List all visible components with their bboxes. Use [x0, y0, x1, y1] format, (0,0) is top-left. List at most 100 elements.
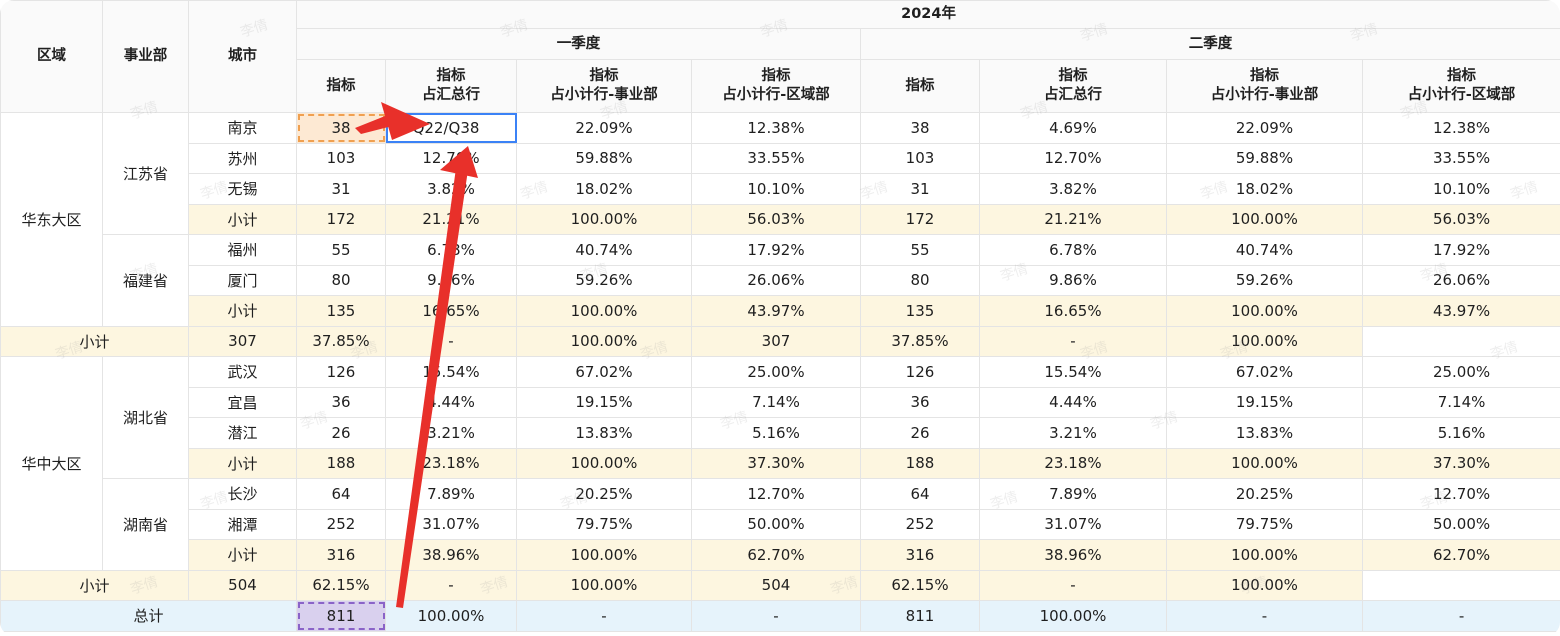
- value-cell[interactable]: 17.92%: [691, 234, 861, 266]
- value-cell[interactable]: 21.21%: [979, 203, 1167, 235]
- value-cell[interactable]: 188: [860, 447, 980, 479]
- value-cell[interactable]: 9.86%: [979, 264, 1167, 296]
- value-cell[interactable]: 4.69%: [979, 112, 1167, 144]
- value-cell[interactable]: 67.02%: [1166, 356, 1363, 388]
- bu-cell[interactable]: 湖北省: [102, 356, 189, 479]
- value-cell[interactable]: 26.06%: [1361, 264, 1560, 296]
- city-cell[interactable]: 苏州: [188, 142, 297, 174]
- value-cell[interactable]: 13.83%: [1166, 417, 1363, 449]
- value-cell[interactable]: -: [385, 325, 517, 357]
- value-cell[interactable]: -: [1166, 600, 1363, 632]
- value-cell[interactable]: 20.25%: [1166, 478, 1363, 510]
- value-cell[interactable]: 16.65%: [385, 295, 517, 327]
- value-cell[interactable]: 135: [296, 295, 386, 327]
- value-cell[interactable]: 12.70%: [1361, 478, 1560, 510]
- city-cell[interactable]: 福州: [188, 234, 297, 266]
- value-cell[interactable]: 100.00%: [1166, 539, 1363, 571]
- formula-edit-cell[interactable]: =Q22/Q38: [385, 112, 517, 144]
- value-cell[interactable]: -: [385, 569, 517, 601]
- value-cell[interactable]: 811: [860, 600, 980, 632]
- value-cell[interactable]: 3.82%: [979, 173, 1167, 205]
- value-cell[interactable]: 5.16%: [1361, 417, 1560, 449]
- header-share-bu-q2[interactable]: 指标 占小计行-事业部: [1166, 59, 1363, 113]
- value-cell[interactable]: 37.30%: [1361, 447, 1560, 479]
- city-cell[interactable]: 潜江: [188, 417, 297, 449]
- bu-cell[interactable]: 江苏省: [102, 112, 189, 235]
- value-cell[interactable]: 37.30%: [691, 447, 861, 479]
- value-cell[interactable]: 504: [691, 569, 861, 601]
- value-cell[interactable]: 25.00%: [691, 356, 861, 388]
- value-cell[interactable]: 100.00%: [516, 447, 692, 479]
- header-q2[interactable]: 二季度: [859, 28, 1560, 60]
- value-cell[interactable]: -: [516, 600, 692, 632]
- value-cell[interactable]: 56.03%: [1361, 203, 1560, 235]
- value-cell[interactable]: 50.00%: [691, 508, 861, 540]
- value-cell[interactable]: 100.00%: [1166, 295, 1363, 327]
- value-cell[interactable]: 31: [860, 173, 980, 205]
- value-cell[interactable]: 31: [296, 173, 386, 205]
- header-region[interactable]: 区域: [0, 0, 103, 113]
- value-cell[interactable]: 62.15%: [296, 569, 386, 601]
- value-cell[interactable]: 7.14%: [1361, 386, 1560, 418]
- value-cell[interactable]: 36: [296, 386, 386, 418]
- value-cell[interactable]: 23.18%: [385, 447, 517, 479]
- value-cell[interactable]: 18.02%: [1166, 173, 1363, 205]
- value-cell[interactable]: 3.21%: [385, 417, 517, 449]
- city-cell[interactable]: 小计: [188, 539, 297, 571]
- header-share-total-q2[interactable]: 指标 占汇总行: [979, 59, 1167, 113]
- total-label-cell[interactable]: 总计: [0, 600, 297, 632]
- value-cell[interactable]: 100.00%: [1166, 447, 1363, 479]
- value-cell[interactable]: 316: [860, 539, 980, 571]
- value-cell[interactable]: 252: [860, 508, 980, 540]
- value-cell[interactable]: 43.97%: [691, 295, 861, 327]
- value-cell[interactable]: 26.06%: [691, 264, 861, 296]
- header-q1[interactable]: 一季度: [296, 28, 861, 60]
- value-cell[interactable]: 21.21%: [385, 203, 517, 235]
- city-cell[interactable]: 小计: [188, 447, 297, 479]
- value-cell[interactable]: 3.82%: [385, 173, 517, 205]
- value-cell[interactable]: 15.54%: [385, 356, 517, 388]
- value-cell[interactable]: 7.89%: [979, 478, 1167, 510]
- value-cell[interactable]: 80: [860, 264, 980, 296]
- value-cell[interactable]: 59.26%: [1166, 264, 1363, 296]
- value-cell[interactable]: 43.97%: [1361, 295, 1560, 327]
- value-cell[interactable]: 19.15%: [516, 386, 692, 418]
- value-cell[interactable]: 67.02%: [516, 356, 692, 388]
- value-cell[interactable]: 100.00%: [1166, 325, 1363, 357]
- value-cell[interactable]: 15.54%: [979, 356, 1167, 388]
- value-cell[interactable]: 6.78%: [385, 234, 517, 266]
- value-cell[interactable]: 16.65%: [979, 295, 1167, 327]
- value-cell[interactable]: 59.26%: [516, 264, 692, 296]
- value-cell[interactable]: 316: [296, 539, 386, 571]
- value-cell[interactable]: 100.00%: [385, 600, 517, 632]
- value-cell[interactable]: 100.00%: [516, 325, 692, 357]
- region-cell[interactable]: 华东大区: [0, 112, 103, 327]
- value-cell[interactable]: 811: [296, 600, 386, 632]
- city-cell[interactable]: 长沙: [188, 478, 297, 510]
- value-cell[interactable]: 188: [296, 447, 386, 479]
- header-metric-q1[interactable]: 指标: [296, 59, 386, 113]
- value-cell[interactable]: 103: [296, 142, 386, 174]
- value-cell[interactable]: 4.44%: [979, 386, 1167, 418]
- value-cell[interactable]: -: [1361, 600, 1560, 632]
- value-cell[interactable]: 7.14%: [691, 386, 861, 418]
- city-cell[interactable]: 无锡: [188, 173, 297, 205]
- value-cell[interactable]: 59.88%: [1166, 142, 1363, 174]
- value-cell[interactable]: 9.86%: [385, 264, 517, 296]
- value-cell[interactable]: 23.18%: [979, 447, 1167, 479]
- value-cell[interactable]: 19.15%: [1166, 386, 1363, 418]
- value-cell[interactable]: 7.89%: [385, 478, 517, 510]
- value-cell[interactable]: 100.00%: [979, 600, 1167, 632]
- value-cell[interactable]: 38.96%: [385, 539, 517, 571]
- value-cell[interactable]: 25.00%: [1361, 356, 1560, 388]
- value-cell[interactable]: 103: [860, 142, 980, 174]
- header-share-total-q1[interactable]: 指标 占汇总行: [385, 59, 517, 113]
- region-subtotal-label[interactable]: 小计: [0, 325, 189, 357]
- value-cell[interactable]: 10.10%: [1361, 173, 1560, 205]
- value-cell[interactable]: 50.00%: [1361, 508, 1560, 540]
- value-cell[interactable]: 12.38%: [691, 112, 861, 144]
- value-cell[interactable]: 64: [296, 478, 386, 510]
- header-share-region-q2[interactable]: 指标 占小计行-区域部: [1361, 59, 1560, 113]
- value-cell[interactable]: 10.10%: [691, 173, 861, 205]
- city-cell[interactable]: 厦门: [188, 264, 297, 296]
